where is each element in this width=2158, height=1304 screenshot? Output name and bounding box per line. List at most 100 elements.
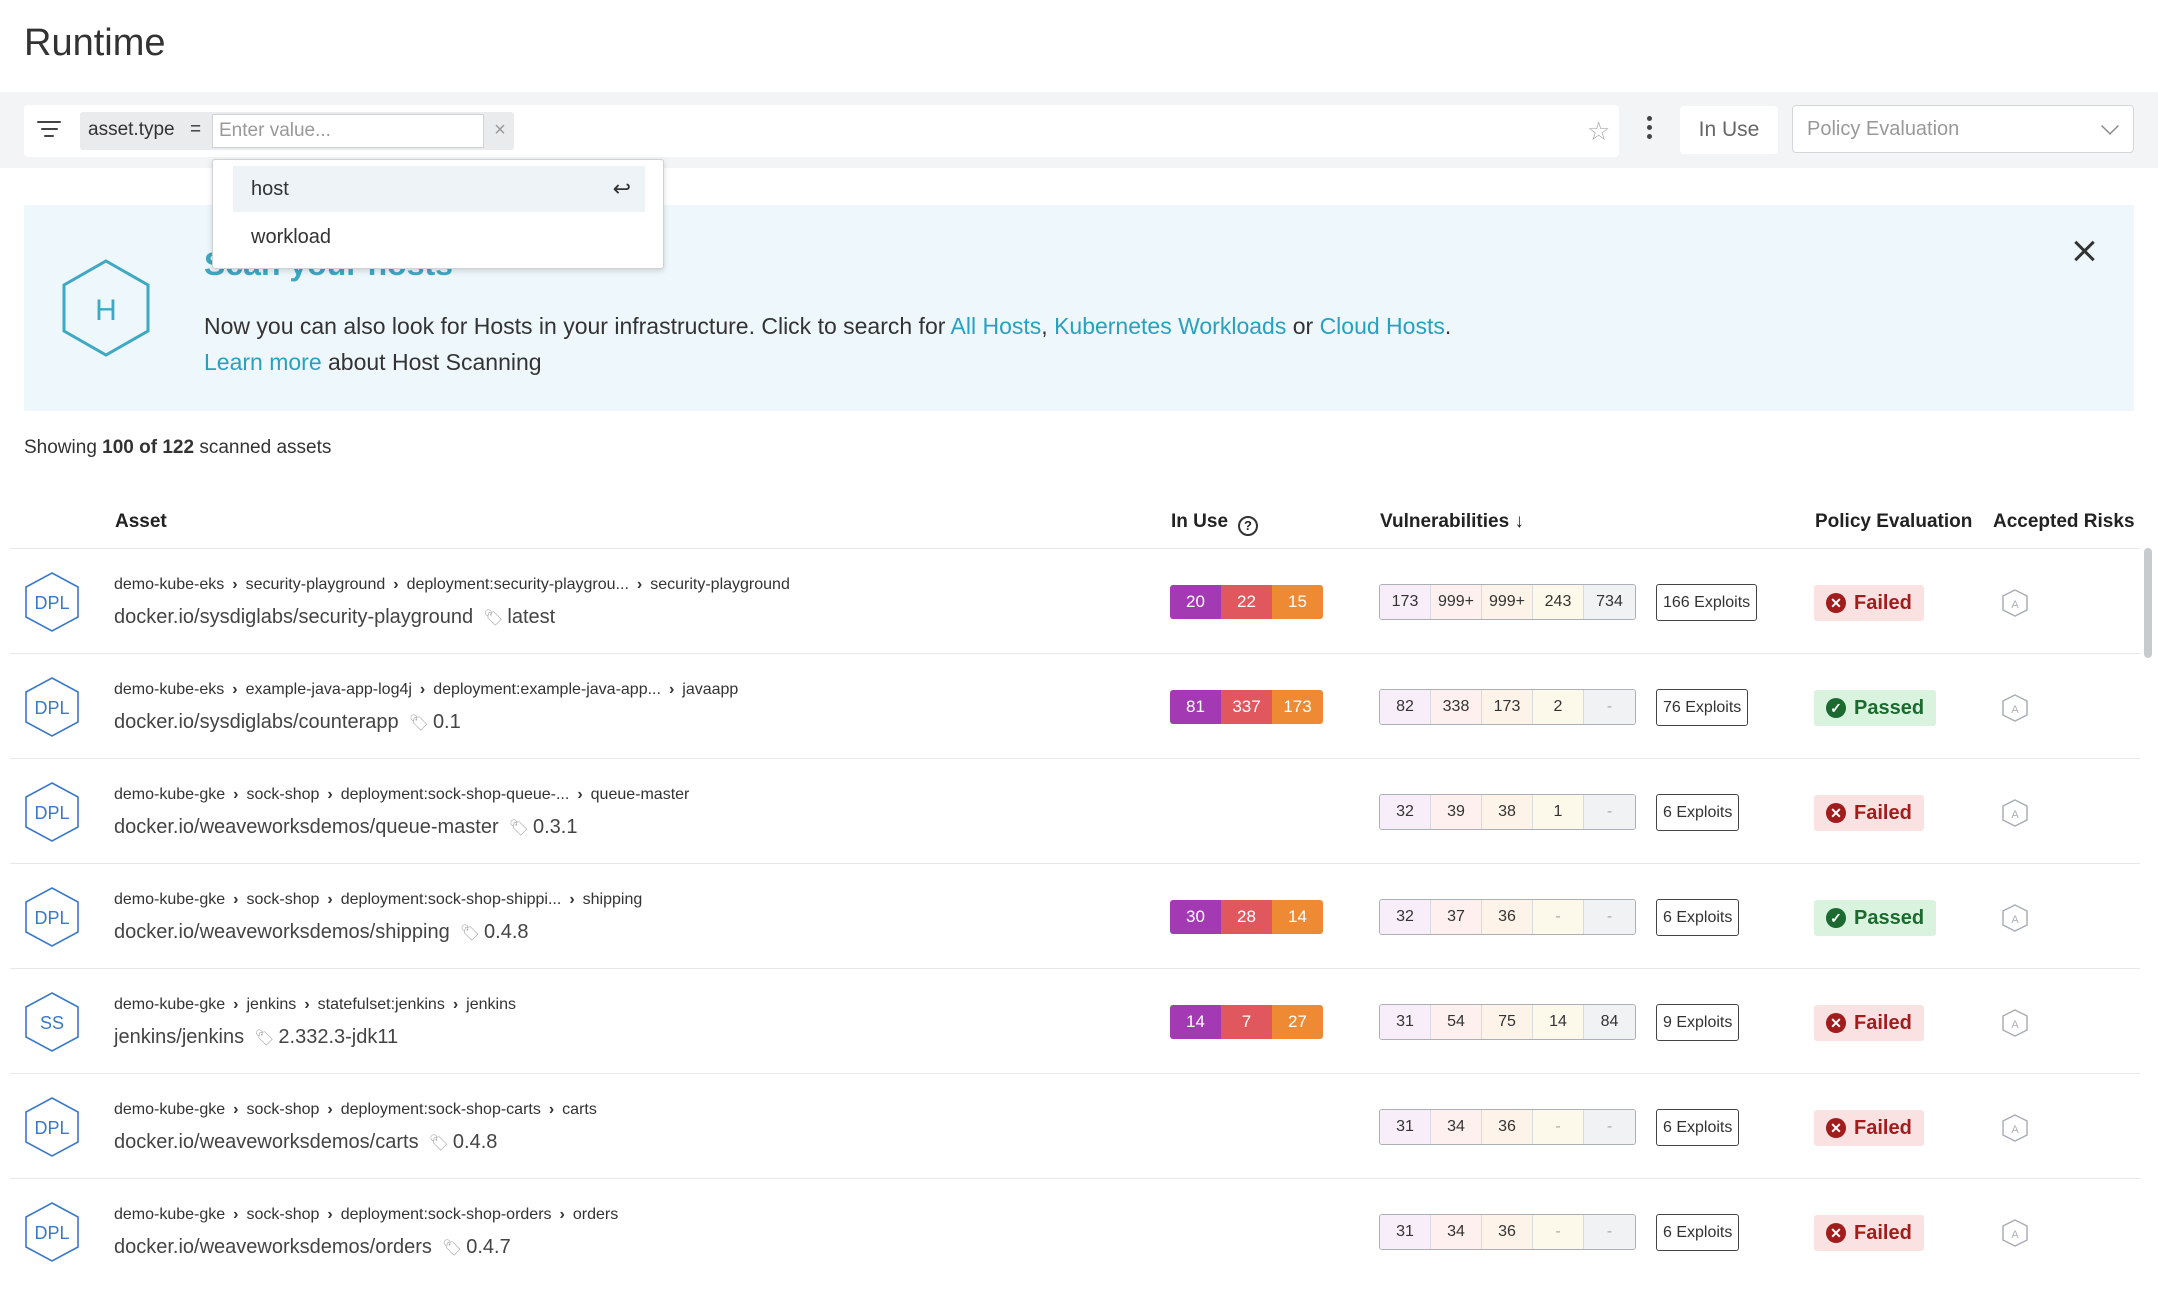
breadcrumb-item[interactable]: orders: [573, 1206, 618, 1223]
header-vulnerabilities[interactable]: Vulnerabilities ↓: [1380, 511, 1524, 533]
exploits-badge[interactable]: 9 Exploits: [1656, 1004, 1740, 1041]
all-hosts-link[interactable]: All Hosts: [951, 313, 1042, 339]
breadcrumb-item[interactable]: jenkins: [466, 996, 516, 1013]
vulnerability-counts[interactable]: 31 34 36- -: [1379, 1109, 1636, 1145]
dropdown-option-host[interactable]: host ↩: [233, 166, 645, 212]
breadcrumb-item[interactable]: demo-kube-eks: [114, 576, 224, 593]
shield-a-icon[interactable]: A: [2002, 799, 2028, 827]
breadcrumb-item[interactable]: sock-shop: [247, 891, 320, 908]
banner-or: or: [1286, 313, 1320, 339]
shield-a-icon[interactable]: A: [2002, 589, 2028, 617]
table-row[interactable]: DPL demo-kube-eks › example-java-app-log4j ›…: [10, 653, 2140, 758]
close-icon[interactable]: ×: [490, 116, 510, 144]
policy-status-badge[interactable]: ✕ Failed: [1814, 795, 1924, 831]
exploits-badge[interactable]: 76 Exploits: [1656, 689, 1749, 726]
breadcrumb-item[interactable]: statefulset:jenkins: [318, 996, 445, 1013]
exploits-badge[interactable]: 166 Exploits: [1656, 584, 1758, 621]
header-in-use[interactable]: In Use?: [1171, 511, 1259, 536]
vulnerability-counts[interactable]: 173 999+ 999+ 243 734: [1379, 584, 1636, 620]
vulnerability-counts[interactable]: 31 34 36- -: [1379, 1214, 1636, 1250]
breadcrumb-item[interactable]: sock-shop: [247, 1101, 320, 1118]
breadcrumb-item[interactable]: demo-kube-gke: [114, 786, 225, 803]
dropdown-option-workload[interactable]: workload: [233, 214, 645, 260]
breadcrumb-item[interactable]: deployment:security-playgrou...: [407, 576, 629, 593]
breadcrumb-item[interactable]: demo-kube-gke: [114, 891, 225, 908]
in-use-counts[interactable]: 14 7 27: [1170, 1005, 1323, 1039]
vulnerability-counts[interactable]: 31 54 75 14 84: [1379, 1004, 1636, 1040]
shield-a-icon[interactable]: A: [2002, 1114, 2028, 1142]
in-use-counts[interactable]: 81 337 173: [1170, 690, 1323, 724]
exploits-badge[interactable]: 6 Exploits: [1656, 794, 1740, 831]
policy-status-badge[interactable]: ✓ Passed: [1814, 900, 1937, 936]
breadcrumb-item[interactable]: queue-master: [591, 786, 690, 803]
cloud-hosts-link[interactable]: Cloud Hosts: [1320, 313, 1445, 339]
breadcrumb-item[interactable]: demo-kube-gke: [114, 996, 225, 1013]
shield-a-icon[interactable]: A: [2002, 1219, 2028, 1247]
shield-a-icon[interactable]: A: [2002, 694, 2028, 722]
breadcrumb-item[interactable]: sock-shop: [247, 1206, 320, 1223]
asset-image-name[interactable]: docker.io/sysdiglabs/counterapp 🏷 0.1: [114, 711, 461, 734]
breadcrumb-item[interactable]: shipping: [583, 891, 643, 908]
shield-a-icon[interactable]: A: [2002, 1009, 2028, 1037]
breadcrumb-item[interactable]: security-playground: [246, 576, 386, 593]
in-use-counts[interactable]: 30 28 14: [1170, 900, 1323, 934]
table-row[interactable]: DPL demo-kube-gke › sock-shop › deployment:so…: [10, 758, 2140, 863]
asset-image-name[interactable]: docker.io/weaveworksdemos/orders 🏷 0.4.7: [114, 1236, 511, 1259]
filter-value-input[interactable]: [212, 114, 484, 148]
asset-image-name[interactable]: docker.io/weaveworksdemos/queue-master 🏷 0…: [114, 816, 577, 839]
asset-image-name[interactable]: jenkins/jenkins 🏷 2.332.3-jdk11: [114, 1026, 398, 1049]
policy-status-badge[interactable]: ✕ Failed: [1814, 1110, 1924, 1146]
breadcrumb-item[interactable]: demo-kube-eks: [114, 681, 224, 698]
in-use-toggle[interactable]: In Use: [1680, 106, 1778, 154]
exploits-badge[interactable]: 6 Exploits: [1656, 1109, 1740, 1146]
breadcrumb-item[interactable]: deployment:sock-shop-shippi...: [341, 891, 562, 908]
chevron-right-icon: ›: [419, 681, 426, 698]
breadcrumb-item[interactable]: deployment:sock-shop-carts: [341, 1101, 541, 1118]
breadcrumb-item[interactable]: security-playground: [650, 576, 790, 593]
breadcrumb-item[interactable]: sock-shop: [247, 786, 320, 803]
close-icon[interactable]: [2070, 238, 2098, 266]
table-row[interactable]: DPL demo-kube-eks › security-playground › dep…: [10, 548, 2140, 653]
header-accepted-risks[interactable]: Accepted Risks: [1993, 511, 2135, 533]
vulnerability-count: 54: [1431, 1005, 1482, 1039]
table-row[interactable]: SS demo-kube-gke › jenkins › statefulset:jenk…: [10, 968, 2140, 1073]
vulnerability-counts[interactable]: 32 39 38 1-: [1379, 794, 1636, 830]
header-policy-evaluation[interactable]: Policy Evaluation: [1815, 511, 1972, 533]
in-use-counts[interactable]: 20 22 15: [1170, 585, 1323, 619]
table-row[interactable]: DPL demo-kube-gke › sock-shop › deployment:so…: [10, 863, 2140, 968]
table-row[interactable]: DPL demo-kube-gke › sock-shop › deployment:so…: [10, 1178, 2140, 1283]
header-asset[interactable]: Asset: [115, 511, 167, 533]
breadcrumb-item[interactable]: deployment:sock-shop-orders: [341, 1206, 552, 1223]
asset-image-name[interactable]: docker.io/weaveworksdemos/carts 🏷 0.4.8: [114, 1131, 497, 1154]
breadcrumb-item[interactable]: example-java-app-log4j: [246, 681, 412, 698]
shield-a-icon[interactable]: A: [2002, 904, 2028, 932]
vulnerability-count: 36: [1482, 1110, 1533, 1144]
breadcrumb-item[interactable]: deployment:example-java-app...: [433, 681, 661, 698]
policy-status-badge[interactable]: ✕ Failed: [1814, 1005, 1924, 1041]
vulnerability-counts[interactable]: 82 338 173 2-: [1379, 689, 1636, 725]
breadcrumb-item[interactable]: demo-kube-gke: [114, 1206, 225, 1223]
breadcrumb-item[interactable]: jenkins: [247, 996, 297, 1013]
star-icon[interactable]: ☆: [1587, 116, 1610, 147]
policy-status-badge[interactable]: ✕ Failed: [1814, 585, 1924, 621]
breadcrumb-item[interactable]: deployment:sock-shop-queue-...: [341, 786, 570, 803]
image-name: docker.io/weaveworksdemos/shipping: [114, 921, 450, 943]
exploits-badge[interactable]: 6 Exploits: [1656, 899, 1740, 936]
asset-image-name[interactable]: docker.io/weaveworksdemos/shipping 🏷 0.4.8: [114, 921, 529, 944]
exploits-badge[interactable]: 6 Exploits: [1656, 1214, 1740, 1251]
scrollbar[interactable]: [2144, 548, 2152, 658]
policy-status-badge[interactable]: ✕ Failed: [1814, 1215, 1924, 1251]
asset-image-name[interactable]: docker.io/sysdiglabs/security-playground…: [114, 606, 555, 629]
policy-evaluation-select[interactable]: Policy Evaluation: [1792, 105, 2134, 153]
breadcrumb-item[interactable]: demo-kube-gke: [114, 1101, 225, 1118]
table-row[interactable]: DPL demo-kube-gke › sock-shop › deployment:so…: [10, 1073, 2140, 1178]
policy-status-badge[interactable]: ✓ Passed: [1814, 690, 1937, 726]
breadcrumb-item[interactable]: javaapp: [682, 681, 738, 698]
help-circle-icon[interactable]: ?: [1238, 516, 1259, 536]
vulnerability-counts[interactable]: 32 37 36- -: [1379, 899, 1636, 935]
kubernetes-workloads-link[interactable]: Kubernetes Workloads: [1054, 313, 1286, 339]
breadcrumb-item[interactable]: carts: [562, 1101, 597, 1118]
kebab-icon[interactable]: [1643, 116, 1655, 144]
filter-lines-icon[interactable]: [36, 121, 62, 141]
learn-more-link[interactable]: Learn more: [204, 349, 322, 375]
